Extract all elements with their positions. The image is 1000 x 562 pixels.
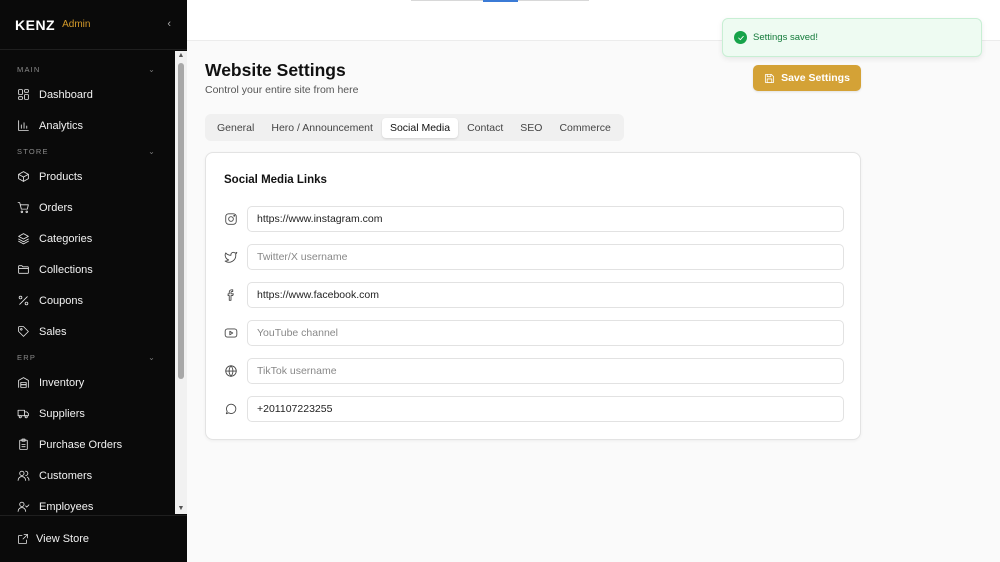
check-circle-icon	[734, 31, 747, 44]
folder-icon	[18, 265, 29, 274]
section-header-store[interactable]: STORE ⌄	[0, 141, 175, 161]
instagram-icon	[225, 213, 237, 225]
sidebar-item-products[interactable]: Products	[0, 161, 175, 192]
twitter-input[interactable]	[247, 244, 844, 270]
twitter-icon	[224, 251, 238, 263]
tab-general[interactable]: General	[209, 118, 262, 138]
sidebar-item-label: Coupons	[39, 294, 84, 307]
sidebar-item-label: Analytics	[39, 119, 84, 132]
facebook-input[interactable]	[247, 282, 844, 308]
view-store-label: View Store	[36, 533, 89, 545]
sidebar-item-label: Customers	[39, 469, 93, 482]
youtube-input[interactable]	[247, 320, 844, 346]
facebook-icon	[227, 289, 234, 301]
sidebar-item-coupons[interactable]: Coupons	[0, 285, 175, 316]
sidebar-scrollbar[interactable]: ▲ ▼	[175, 51, 187, 514]
brand-header: KENZ Admin ‹	[0, 0, 187, 50]
sidebar-item-label: Employees	[39, 500, 94, 513]
success-toast: Settings saved!	[722, 18, 982, 57]
sidebar-item-sales[interactable]: Sales	[0, 316, 175, 347]
clipboard-icon	[19, 438, 28, 450]
whatsapp-icon	[225, 403, 237, 415]
globe-icon	[225, 365, 237, 377]
sidebar-item-label: Collections	[39, 263, 93, 276]
sidebar-item-categories[interactable]: Categories	[0, 223, 175, 254]
chevron-down-icon: ⌄	[148, 146, 156, 156]
box-icon	[18, 171, 29, 182]
sidebar-item-suppliers[interactable]: Suppliers	[0, 398, 175, 429]
sidebar-item-orders[interactable]: Orders	[0, 192, 175, 223]
section-label: ERP	[17, 352, 37, 362]
truck-icon	[17, 409, 29, 419]
sidebar-item-label: Sales	[39, 325, 67, 338]
instagram-input[interactable]	[247, 206, 844, 232]
sidebar-item-label: Purchase Orders	[39, 438, 123, 451]
external-link-icon	[18, 534, 28, 544]
chevron-down-icon: ⌄	[148, 64, 156, 74]
sidebar-item-inventory[interactable]: Inventory	[0, 367, 175, 398]
tab-contact[interactable]: Contact	[459, 118, 511, 138]
tiktok-input[interactable]	[247, 358, 844, 384]
chevron-down-icon: ⌄	[148, 352, 156, 362]
sidebar-nav: MAIN ⌄ Dashboard Analytics STORE ⌄ Produ…	[0, 51, 175, 514]
sidebar-item-label: Suppliers	[39, 407, 85, 420]
sidebar-item-collections[interactable]: Collections	[0, 254, 175, 285]
sidebar-item-customers[interactable]: Customers	[0, 460, 175, 491]
dashboard-icon	[18, 89, 29, 100]
sidebar: KENZ Admin ‹ MAIN ⌄ Dashboard Analytics …	[0, 0, 187, 562]
tiktok-row	[224, 358, 844, 384]
sidebar-item-employees[interactable]: Employees	[0, 491, 175, 514]
scroll-up-arrow-icon[interactable]: ▲	[175, 51, 187, 61]
save-settings-button[interactable]: Save Settings	[753, 65, 861, 91]
section-header-main[interactable]: MAIN ⌄	[0, 59, 175, 79]
save-settings-label: Save Settings	[781, 72, 850, 84]
settings-tabs: General Hero / Announcement Social Media…	[205, 114, 624, 141]
user-check-icon	[17, 501, 30, 512]
tab-seo[interactable]: SEO	[512, 118, 550, 138]
whatsapp-input[interactable]	[247, 396, 844, 422]
sidebar-item-label: Categories	[39, 232, 93, 245]
section-label: STORE	[17, 146, 49, 156]
brand-subtitle: Admin	[62, 19, 91, 30]
brand-logo: KENZ	[15, 16, 56, 33]
facebook-row	[224, 282, 844, 308]
section-header-erp[interactable]: ERP ⌄	[0, 347, 175, 367]
cart-icon	[17, 202, 29, 214]
sidebar-item-label: Dashboard	[39, 88, 93, 101]
scroll-thumb[interactable]	[178, 63, 184, 379]
page-subtitle: Control your entire site from here	[205, 84, 359, 96]
youtube-row	[224, 320, 844, 346]
sidebar-item-purchase-orders[interactable]: Purchase Orders	[0, 429, 175, 460]
tag-icon	[18, 326, 29, 337]
save-icon	[765, 73, 775, 83]
chart-icon	[18, 120, 29, 131]
instagram-row	[224, 206, 844, 232]
whatsapp-row	[224, 396, 844, 422]
card-title: Social Media Links	[224, 174, 327, 186]
warehouse-icon	[18, 377, 29, 388]
sidebar-item-analytics[interactable]: Analytics	[0, 110, 175, 141]
collapse-sidebar-button[interactable]: ‹	[167, 18, 171, 30]
view-store-link[interactable]: View Store	[0, 515, 187, 562]
youtube-icon	[224, 328, 238, 338]
users-icon	[17, 470, 30, 481]
twitter-row	[224, 244, 844, 270]
scroll-down-arrow-icon[interactable]: ▼	[175, 504, 187, 514]
tab-social-media[interactable]: Social Media	[381, 117, 459, 138]
percent-icon	[18, 295, 29, 306]
tab-commerce[interactable]: Commerce	[551, 118, 618, 138]
sidebar-item-label: Orders	[39, 201, 73, 214]
section-label: MAIN	[17, 64, 41, 74]
toast-message: Settings saved!	[753, 32, 818, 43]
sidebar-item-label: Products	[39, 170, 83, 183]
sidebar-item-dashboard[interactable]: Dashboard	[0, 79, 175, 110]
tab-hero-announcement[interactable]: Hero / Announcement	[263, 118, 381, 138]
sidebar-item-label: Inventory	[39, 376, 85, 389]
page-title: Website Settings	[205, 60, 346, 80]
topbar-active-indicator	[483, 0, 518, 2]
social-media-card: Social Media Links	[205, 152, 861, 440]
layers-icon	[18, 233, 29, 245]
